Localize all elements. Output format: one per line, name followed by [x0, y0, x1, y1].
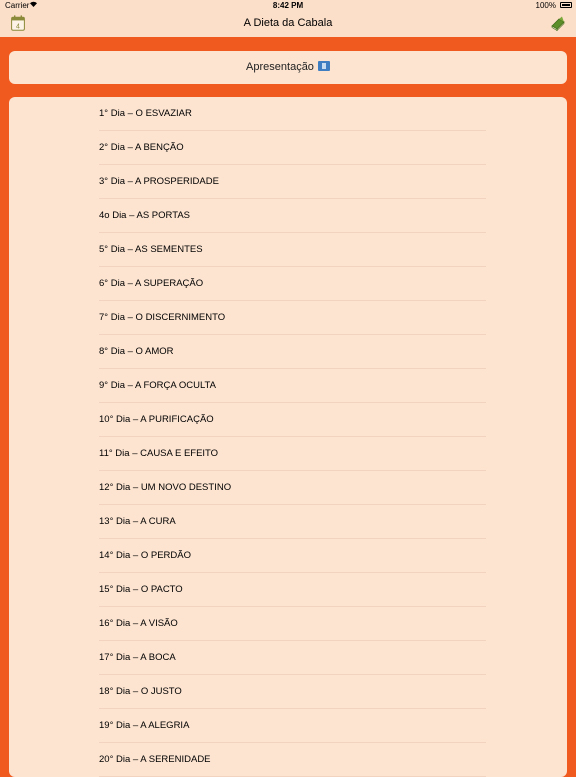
list-item[interactable]: 3° Dia – A PROSPERIDADE: [99, 165, 486, 199]
navigation-bar: 4 A Dieta da Cabala: [0, 12, 576, 37]
list-item[interactable]: 12° Dia – UM NOVO DESTINO: [99, 471, 486, 505]
day-label: 5° Dia – AS SEMENTES: [99, 244, 203, 255]
day-label: 11° Dia – CAUSA E EFEITO: [99, 448, 219, 459]
battery-percent: 100%: [535, 1, 556, 10]
day-label: 18° Dia – O JUSTO: [99, 686, 182, 697]
day-label: 3° Dia – A PROSPERIDADE: [99, 176, 219, 187]
day-label: 6° Dia – A SUPERAÇÃO: [99, 278, 204, 289]
day-label: 19° Dia – A ALEGRIA: [99, 720, 190, 731]
day-label: 14° Dia – O PERDÃO: [99, 550, 191, 561]
battery-icon: [560, 2, 572, 8]
list-item[interactable]: 16° Dia – A VISÃO: [99, 607, 486, 641]
list-item[interactable]: 15° Dia – O PACTO: [99, 573, 486, 607]
day-label: 7° Dia – O DISCERNIMENTO: [99, 312, 226, 323]
list-item[interactable]: 7° Dia – O DISCERNIMENTO: [99, 301, 486, 335]
day-label: 4o Dia – AS PORTAS: [99, 210, 190, 221]
list-item[interactable]: 10° Dia – A PURIFICAÇÃO: [99, 403, 486, 437]
book-button[interactable]: [550, 15, 566, 32]
days-list[interactable]: 1° Dia – O ESVAZIAR 2° Dia – A BENÇÃO 3°…: [9, 97, 567, 777]
presentation-label-row: Apresentação: [9, 61, 567, 73]
list-item[interactable]: 4o Dia – AS PORTAS: [99, 199, 486, 233]
film-icon: [317, 61, 330, 71]
list-item[interactable]: 8° Dia – O AMOR: [99, 335, 486, 369]
list-item[interactable]: 2° Dia – A BENÇÃO: [99, 131, 486, 165]
day-label: 13° Dia – A CURA: [99, 516, 176, 527]
status-time: 8:42 PM: [272, 1, 304, 10]
list-item[interactable]: 17° Dia – A BOCA: [99, 641, 486, 675]
presentation-button[interactable]: Apresentação: [9, 51, 567, 84]
list-item[interactable]: 9° Dia – A FORÇA OCULTA: [99, 369, 486, 403]
day-label: 20° Dia – A SERENIDADE: [99, 754, 211, 765]
day-label: 8° Dia – O AMOR: [99, 346, 174, 357]
list-item[interactable]: 6° Dia – A SUPERAÇÃO: [99, 267, 486, 301]
day-label: 10° Dia – A PURIFICAÇÃO: [99, 414, 214, 425]
day-label: 17° Dia – A BOCA: [99, 652, 176, 663]
list-item[interactable]: 20° Dia – A SERENIDADE: [99, 743, 486, 777]
list-item[interactable]: 1° Dia – O ESVAZIAR: [99, 97, 486, 131]
day-label: 2° Dia – A BENÇÃO: [99, 142, 184, 153]
page-title: A Dieta da Cabala: [243, 17, 333, 29]
book-icon: [551, 16, 565, 32]
day-label: 1° Dia – O ESVAZIAR: [99, 108, 192, 119]
list-item[interactable]: 11° Dia – CAUSA E EFEITO: [99, 437, 486, 471]
day-label: 15° Dia – O PACTO: [99, 584, 183, 595]
list-item[interactable]: 5° Dia – AS SEMENTES: [99, 233, 486, 267]
presentation-label: Apresentação: [246, 61, 314, 73]
status-bar: Carrier 8:42 PM 100%: [0, 0, 576, 12]
day-label: 12° Dia – UM NOVO DESTINO: [99, 482, 232, 493]
day-label: 9° Dia – A FORÇA OCULTA: [99, 380, 216, 391]
list-item[interactable]: 19° Dia – A ALEGRIA: [99, 709, 486, 743]
list-item[interactable]: 14° Dia – O PERDÃO: [99, 539, 486, 573]
list-item[interactable]: 18° Dia – O JUSTO: [99, 675, 486, 709]
list-item[interactable]: 13° Dia – A CURA: [99, 505, 486, 539]
day-label: 16° Dia – A VISÃO: [99, 618, 178, 629]
